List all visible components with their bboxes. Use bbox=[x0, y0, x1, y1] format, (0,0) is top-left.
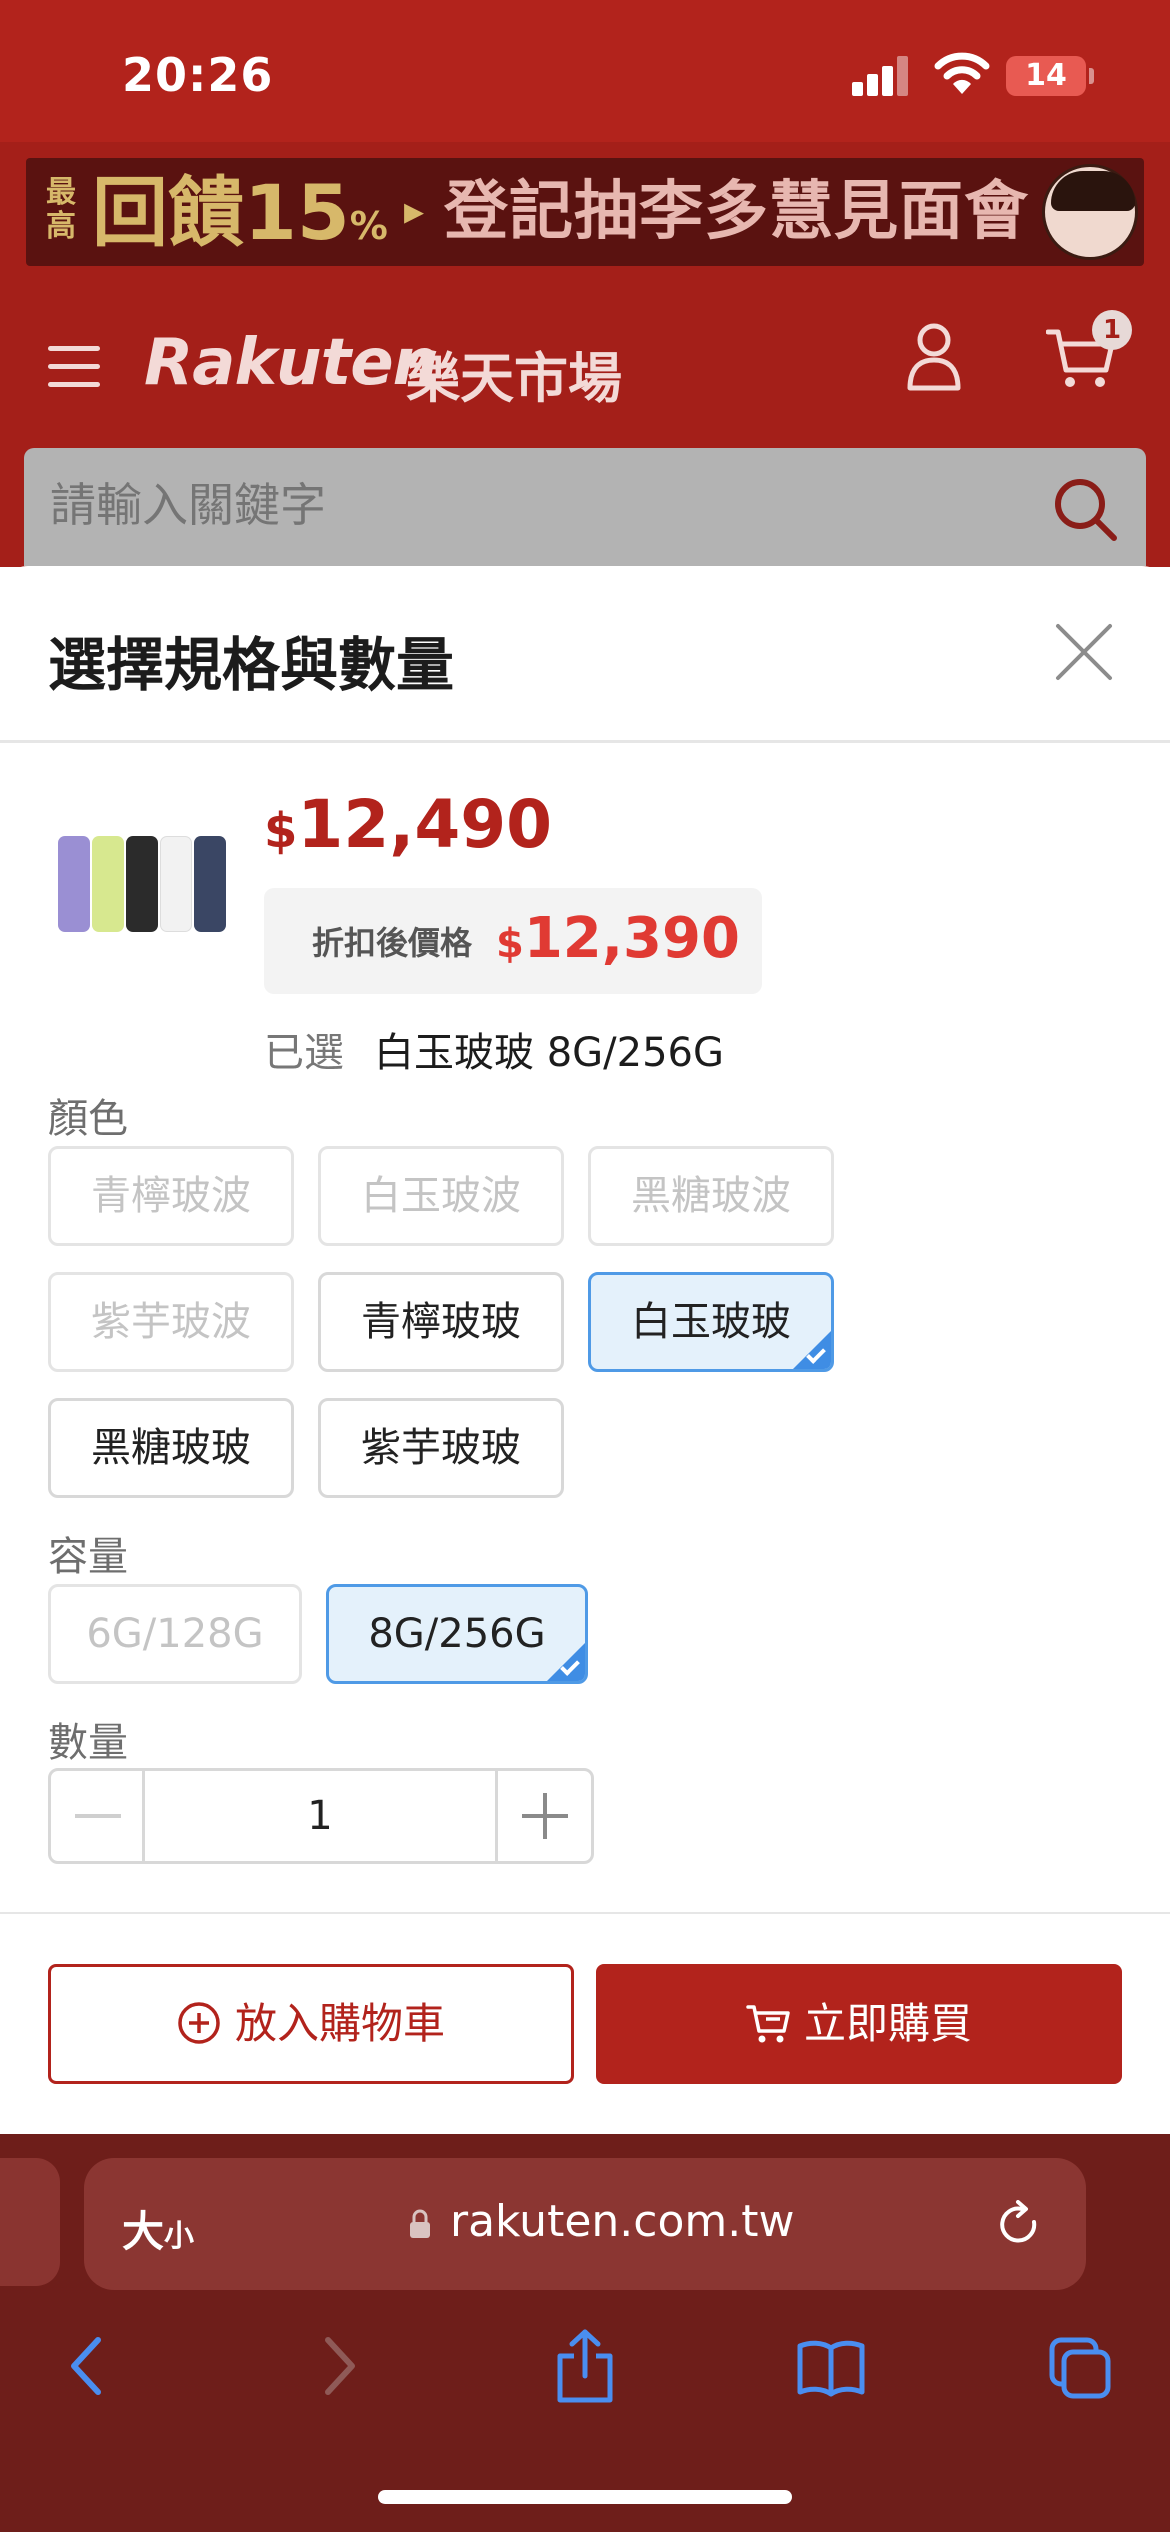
capacity-label: 容量 bbox=[48, 1534, 128, 1580]
discount-label: 折扣後價格 bbox=[312, 924, 473, 962]
color-label: 顏色 bbox=[48, 1096, 128, 1142]
bookmarks-icon[interactable] bbox=[796, 2326, 866, 2406]
add-to-cart-button[interactable]: 放入購物車 bbox=[48, 1964, 574, 2084]
capacity-option[interactable]: 6G/128G bbox=[48, 1584, 302, 1684]
color-option[interactable]: 黑糖玻波 bbox=[588, 1146, 834, 1246]
checkmark-icon bbox=[545, 1641, 585, 1681]
buy-now-button[interactable]: 立即購買 bbox=[596, 1964, 1122, 2084]
quantity-stepper: 1 bbox=[48, 1768, 594, 1864]
price-currency: $ bbox=[264, 803, 298, 859]
address-bar[interactable]: 大小 rakuten.com.tw bbox=[84, 2158, 1086, 2290]
lock-icon bbox=[410, 2209, 430, 2238]
promo-pct: % bbox=[349, 204, 388, 248]
forward-arrow-icon[interactable] bbox=[304, 2326, 374, 2406]
search-input[interactable] bbox=[50, 478, 950, 532]
wifi-icon bbox=[934, 52, 990, 94]
discount-value: 12,390 bbox=[523, 906, 740, 971]
promo-arrow-icon: ▸ bbox=[404, 188, 425, 234]
color-option-selected[interactable]: 白玉玻玻 bbox=[588, 1272, 834, 1372]
url-text: rakuten.com.tw bbox=[450, 2196, 795, 2247]
tabs-icon[interactable] bbox=[1044, 2326, 1114, 2406]
checkmark-icon bbox=[791, 1329, 831, 1369]
capacity-option-label: 8G/256G bbox=[368, 1611, 546, 1657]
battery-tip bbox=[1089, 68, 1094, 84]
sheet-title: 選擇規格與數量 bbox=[48, 631, 455, 699]
quantity-input[interactable]: 1 bbox=[145, 1771, 495, 1861]
status-bar: 20:26 14 bbox=[0, 0, 1170, 142]
rakuten-logo[interactable]: Rakuten bbox=[144, 326, 438, 400]
cart-icon bbox=[746, 2004, 790, 2042]
quantity-label: 數量 bbox=[48, 1720, 128, 1766]
user-icon[interactable] bbox=[906, 322, 962, 392]
search-bar bbox=[24, 448, 1146, 566]
color-option-label: 白玉玻玻 bbox=[631, 1299, 791, 1345]
selected-label: 已選 bbox=[264, 1030, 344, 1076]
discount-price: $12,390 bbox=[496, 906, 740, 971]
product-price: $12,490 bbox=[264, 786, 552, 863]
menu-icon[interactable] bbox=[48, 344, 100, 388]
aa-large: 大 bbox=[122, 2207, 165, 2256]
quantity-increase-button[interactable] bbox=[495, 1771, 591, 1861]
close-icon[interactable] bbox=[1054, 622, 1114, 682]
price-value: 12,490 bbox=[297, 786, 553, 863]
cart-count-badge: 1 bbox=[1092, 310, 1132, 350]
promo-avatar bbox=[1042, 164, 1138, 260]
discount-currency: $ bbox=[496, 921, 524, 967]
battery-icon: 14 bbox=[1006, 56, 1086, 96]
color-option[interactable]: 白玉玻波 bbox=[318, 1146, 564, 1246]
promo-cashback: 回饋15% bbox=[92, 168, 388, 266]
product-thumbnail bbox=[58, 836, 228, 936]
text-size-button[interactable]: 大小 bbox=[122, 2198, 194, 2259]
color-option[interactable]: 紫芋玻波 bbox=[48, 1272, 294, 1372]
promo-banner[interactable]: 最高 回饋15% ▸ 登記抽李多慧見面會 bbox=[26, 158, 1144, 266]
reload-icon[interactable] bbox=[994, 2200, 1044, 2250]
selected-value: 白玉玻玻 8G/256G bbox=[374, 1030, 724, 1076]
aa-small: 小 bbox=[164, 2219, 195, 2254]
quantity-decrease-button[interactable] bbox=[51, 1771, 145, 1861]
promo-text: 登記抽李多慧見面會 bbox=[444, 175, 1029, 249]
plus-circle-icon bbox=[178, 2001, 220, 2044]
home-indicator bbox=[378, 2490, 792, 2504]
status-time: 20:26 bbox=[122, 48, 274, 102]
color-option[interactable]: 青檸玻波 bbox=[48, 1146, 294, 1246]
rakuten-logo-cn[interactable]: 樂天市場 bbox=[406, 334, 622, 413]
discount-box: 折扣後價格 $12,390 bbox=[264, 888, 762, 994]
capacity-option-selected[interactable]: 8G/256G bbox=[326, 1584, 588, 1684]
promo-big-text: 回饋15 bbox=[92, 168, 350, 257]
cellular-signal-icon bbox=[852, 56, 910, 96]
share-icon[interactable] bbox=[550, 2326, 620, 2406]
browser-toolbar: 大小 rakuten.com.tw bbox=[0, 2134, 1170, 2532]
buy-now-label: 立即購買 bbox=[803, 1999, 972, 2048]
sheet-header-divider bbox=[0, 740, 1170, 743]
promo-small-text: 最高 bbox=[46, 175, 76, 244]
footer-divider bbox=[0, 1912, 1170, 1914]
color-option[interactable]: 紫芋玻玻 bbox=[318, 1398, 564, 1498]
previous-tab-peek[interactable] bbox=[0, 2158, 60, 2286]
back-arrow-icon[interactable] bbox=[52, 2326, 122, 2406]
color-option[interactable]: 黑糖玻玻 bbox=[48, 1398, 294, 1498]
search-icon[interactable] bbox=[1052, 476, 1118, 542]
spec-sheet: 選擇規格與數量 $12,490 折扣後價格 $12,390 已選 白玉玻玻 8G… bbox=[0, 566, 1170, 2134]
add-to-cart-label: 放入購物車 bbox=[234, 1999, 445, 2048]
color-option[interactable]: 青檸玻玻 bbox=[318, 1272, 564, 1372]
